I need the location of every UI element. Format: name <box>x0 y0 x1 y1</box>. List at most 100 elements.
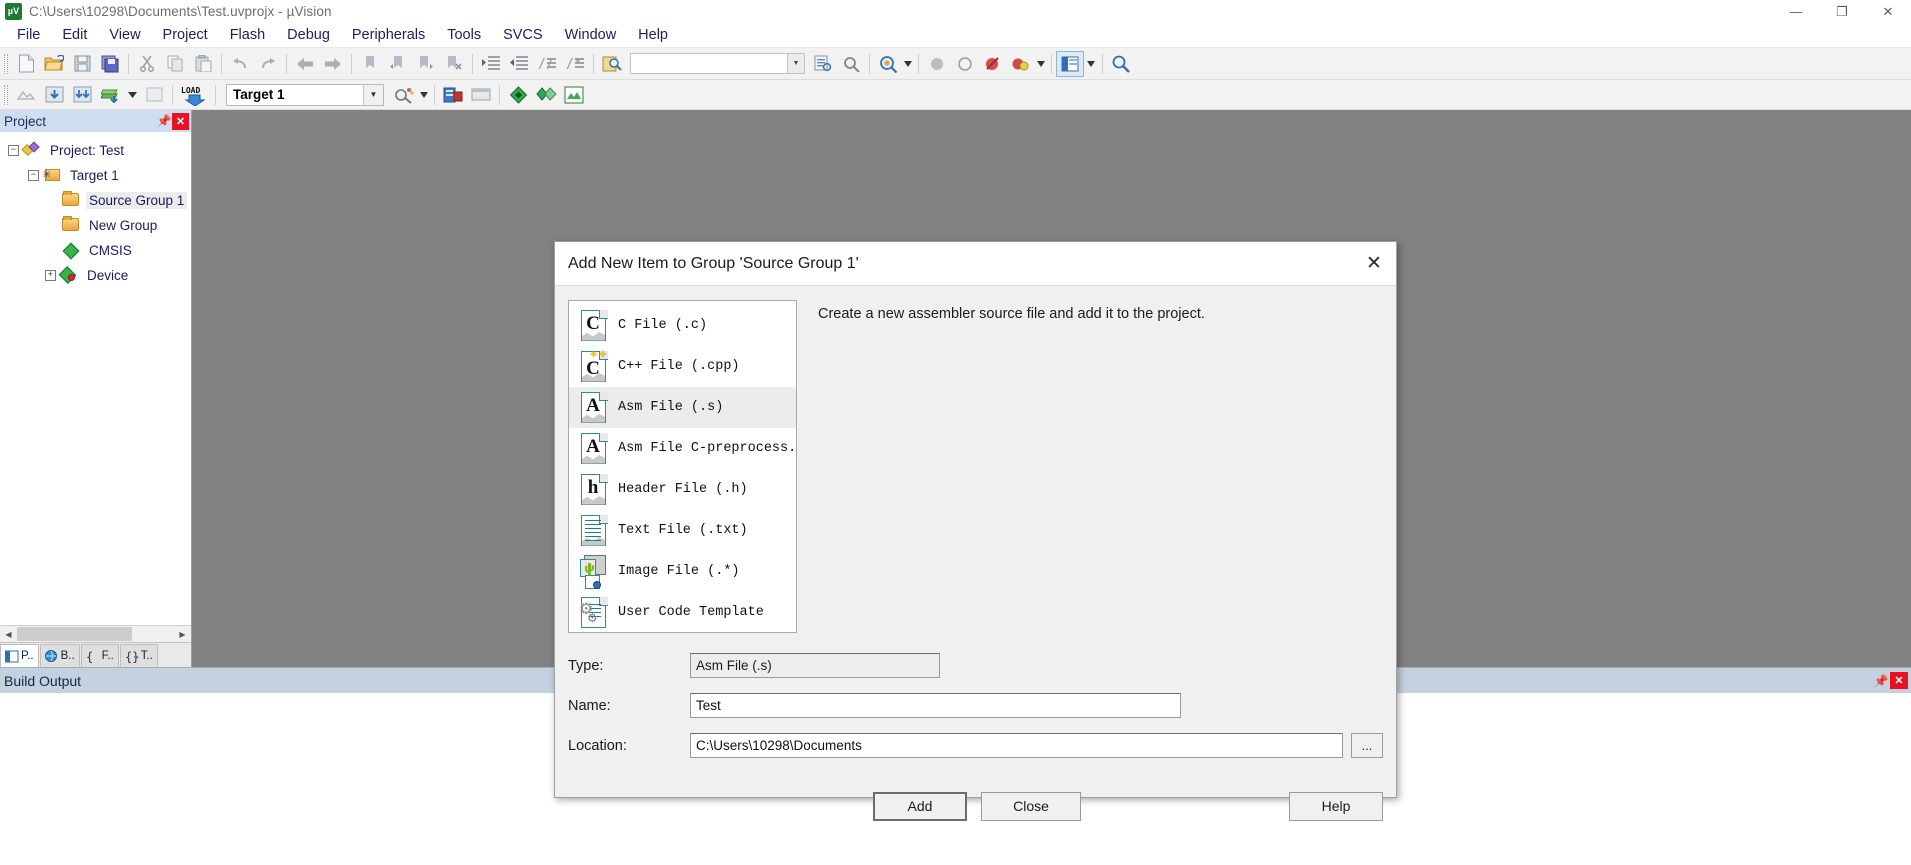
navigate-forward-icon[interactable] <box>319 51 347 77</box>
target-selector[interactable]: Target 1 ▼ <box>226 83 384 106</box>
chevron-down-icon[interactable] <box>418 82 430 108</box>
chevron-down-icon[interactable] <box>1084 51 1098 77</box>
chevron-down-icon[interactable]: ▼ <box>787 54 804 73</box>
toolbar-grip[interactable] <box>4 53 8 74</box>
bookmark-toggle-icon[interactable] <box>356 51 384 77</box>
download-icon[interactable]: LOAD <box>177 82 211 108</box>
list-item-cpp-file[interactable]: C ✦✦ C++ File (.cpp) <box>569 346 796 387</box>
list-item-text-file[interactable]: Text File (.txt) <box>569 510 796 551</box>
tree-node-project[interactable]: − Project: Test <box>0 138 191 163</box>
menu-svcs[interactable]: SVCS <box>492 24 554 46</box>
cancel-button[interactable]: Close <box>981 791 1081 821</box>
breakpoint-disable-icon[interactable] <box>951 51 979 77</box>
name-input[interactable]: Test <box>690 693 1181 718</box>
tree-node-source-group[interactable]: Source Group 1 <box>0 188 191 213</box>
chevron-right-icon[interactable]: ▶ <box>174 626 191 642</box>
menu-project[interactable]: Project <box>152 24 219 46</box>
copy-icon[interactable] <box>161 51 189 77</box>
tree-horizontal-scrollbar[interactable]: ◀ ▶ <box>0 625 191 642</box>
menu-peripherals[interactable]: Peripherals <box>341 24 436 46</box>
manage-project-items-icon[interactable] <box>439 82 467 108</box>
expander-icon[interactable]: − <box>8 145 19 156</box>
bookmark-clear-icon[interactable] <box>440 51 468 77</box>
minimize-button[interactable]: — <box>1773 0 1819 23</box>
save-all-icon[interactable] <box>96 51 124 77</box>
configuration-wizard-icon[interactable] <box>1107 51 1135 77</box>
chevron-down-icon[interactable] <box>1035 51 1047 77</box>
menu-help[interactable]: Help <box>627 24 679 46</box>
menu-edit[interactable]: Edit <box>51 24 98 46</box>
incremental-find-icon[interactable] <box>837 51 865 77</box>
navigate-back-icon[interactable] <box>291 51 319 77</box>
manage-runtime-env-icon[interactable] <box>504 82 532 108</box>
pin-icon[interactable]: 📌 <box>1872 674 1890 688</box>
tree-node-new-group[interactable]: New Group <box>0 213 191 238</box>
rebuild-icon[interactable] <box>68 82 96 108</box>
project-tree[interactable]: − Project: Test − ✳ Target 1 Source Grou <box>0 132 191 625</box>
chevron-down-icon[interactable] <box>124 82 140 108</box>
undo-icon[interactable] <box>226 51 254 77</box>
file-type-list[interactable]: C C File (.c) C ✦✦ C++ File (.cpp) A Asm… <box>568 300 797 633</box>
window-layout-icon[interactable] <box>1056 50 1084 77</box>
list-item-c-file[interactable]: C C File (.c) <box>569 305 796 346</box>
bookmark-prev-icon[interactable] <box>384 51 412 77</box>
multi-project-icon[interactable] <box>532 82 560 108</box>
scrollbar-track[interactable] <box>17 626 174 642</box>
comment-icon[interactable]: // <box>533 51 561 77</box>
outdent-icon[interactable] <box>505 51 533 77</box>
expander-icon[interactable]: − <box>28 170 39 181</box>
save-icon[interactable] <box>68 51 96 77</box>
new-file-icon[interactable] <box>12 51 40 77</box>
indent-icon[interactable] <box>477 51 505 77</box>
stop-build-icon[interactable] <box>140 82 168 108</box>
scrollbar-thumb[interactable] <box>17 627 132 641</box>
list-item-asm-preproc-file[interactable]: A Asm File C-preprocess... <box>569 428 796 469</box>
configure-magnifier-icon[interactable] <box>874 51 902 77</box>
find-in-files-icon[interactable] <box>598 51 626 77</box>
menu-window[interactable]: Window <box>554 24 628 46</box>
list-item-asm-file[interactable]: A Asm File (.s) <box>569 387 796 428</box>
redo-icon[interactable] <box>254 51 282 77</box>
browse-button[interactable]: ... <box>1351 733 1383 758</box>
menu-debug[interactable]: Debug <box>276 24 341 46</box>
list-item-header-file[interactable]: h Header File (.h) <box>569 469 796 510</box>
location-input[interactable]: C:\Users\10298\Documents <box>690 733 1343 758</box>
tab-project[interactable]: P.. <box>0 644 39 667</box>
chevron-down-icon[interactable]: ▼ <box>363 84 383 105</box>
maximize-button[interactable]: ❐ <box>1819 0 1865 23</box>
bookmark-next-icon[interactable] <box>412 51 440 77</box>
close-window-button[interactable]: ✕ <box>1865 0 1911 23</box>
list-item-user-code-template[interactable]: ⚙ ⚙ User Code Template <box>569 592 796 632</box>
pin-icon[interactable]: 📌 <box>156 114 172 128</box>
breakpoint-insert-icon[interactable] <box>923 51 951 77</box>
expander-icon[interactable]: + <box>45 270 56 281</box>
breakpoint-kill-icon[interactable] <box>979 51 1007 77</box>
export-icon[interactable] <box>560 82 588 108</box>
translate-icon[interactable] <box>12 82 40 108</box>
close-icon[interactable]: ✕ <box>1352 242 1396 285</box>
tab-books[interactable]: B.. <box>39 644 80 667</box>
tab-functions[interactable]: { } F.. <box>80 644 119 667</box>
open-file-icon[interactable] <box>40 51 68 77</box>
find-combo[interactable]: ▼ <box>630 53 805 74</box>
pack-installer-icon[interactable] <box>467 82 495 108</box>
chevron-down-icon[interactable] <box>902 51 914 77</box>
menu-tools[interactable]: Tools <box>436 24 492 46</box>
build-icon[interactable] <box>40 82 68 108</box>
close-icon[interactable]: ✕ <box>1890 672 1908 689</box>
breakpoint-disable-all-icon[interactable] <box>1007 51 1035 77</box>
list-item-image-file[interactable]: 🌵 Image File (.*) <box>569 551 796 592</box>
tab-templates[interactable]: {} T.. <box>119 644 158 667</box>
menu-view[interactable]: View <box>98 24 151 46</box>
menu-flash[interactable]: Flash <box>219 24 276 46</box>
batch-build-icon[interactable] <box>96 82 124 108</box>
toolbar-grip[interactable] <box>4 84 8 105</box>
help-button[interactable]: Help <box>1289 791 1383 821</box>
tree-node-device[interactable]: + Device <box>0 263 191 288</box>
target-options-icon[interactable] <box>390 82 418 108</box>
add-button[interactable]: Add <box>873 791 967 821</box>
tree-node-cmsis[interactable]: CMSIS <box>0 238 191 263</box>
tree-node-target[interactable]: − ✳ Target 1 <box>0 163 191 188</box>
cut-icon[interactable] <box>133 51 161 77</box>
uncomment-icon[interactable]: /* <box>561 51 589 77</box>
